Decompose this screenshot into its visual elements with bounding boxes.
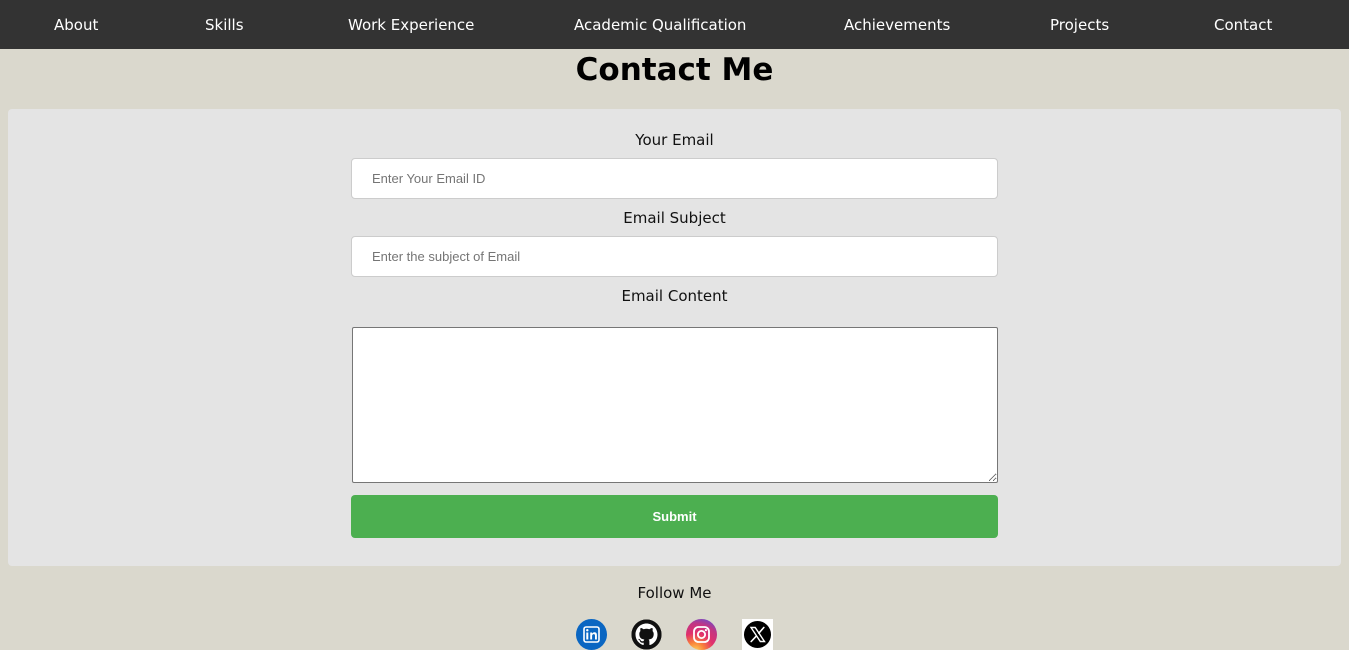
contact-form: Your Email Email Subject Email Content S… [8,109,1341,566]
nav-projects[interactable]: Projects [1050,0,1109,49]
top-navbar: About Skills Work Experience Academic Qu… [0,0,1349,49]
content-label: Email Content [621,287,728,305]
nav-about[interactable]: About [54,0,98,49]
nav-contact[interactable]: Contact [1214,0,1272,49]
nav-achievements[interactable]: Achievements [844,0,950,49]
nav-skills[interactable]: Skills [205,0,244,49]
subject-label: Email Subject [623,209,726,227]
follow-title: Follow Me [637,584,712,602]
content-textarea[interactable] [352,327,998,483]
submit-button[interactable]: Submit [351,495,998,538]
github-icon[interactable] [631,619,662,650]
email-input[interactable] [351,158,998,199]
instagram-icon[interactable] [686,619,717,650]
email-label: Your Email [635,131,714,149]
nav-work-experience[interactable]: Work Experience [348,0,474,49]
linkedin-icon[interactable] [576,619,607,650]
subject-input[interactable] [351,236,998,277]
x-icon[interactable] [742,619,773,650]
page-title: Contact Me [575,52,774,88]
nav-academic-qualification[interactable]: Academic Qualification [574,0,746,49]
